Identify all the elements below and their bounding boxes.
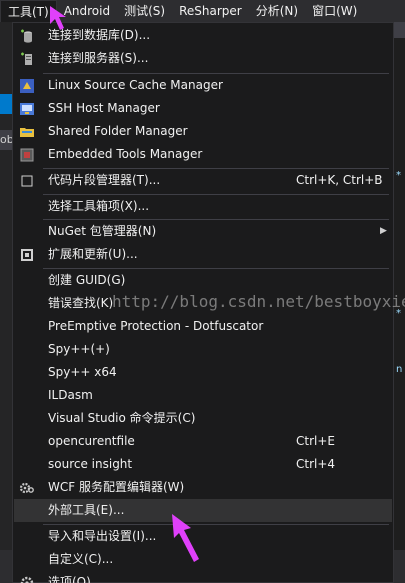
menu-item-create-guid[interactable]: 创建 GUID(G) (14, 269, 392, 292)
menu-item-wcf-config-editor[interactable]: WCF 服务配置编辑器(W) (14, 476, 392, 499)
menu-analyze[interactable]: 分析(N) (249, 0, 305, 22)
menu-item-label: 导入和导出设置(I)... (48, 529, 157, 543)
ssh-host-icon (19, 101, 35, 117)
submenu-arrow-icon: ▶ (380, 226, 387, 236)
menu-item-label: 扩展和更新(U)... (48, 247, 138, 261)
menu-item-code-snippets[interactable]: 代码片段管理器(T)... Ctrl+K, Ctrl+B (14, 169, 392, 192)
active-tab-strip (0, 94, 12, 114)
menu-item-shortcut: Ctrl+K, Ctrl+B (296, 173, 383, 187)
menu-test[interactable]: 测试(S) (117, 0, 172, 22)
background-tab[interactable]: ob (0, 130, 12, 150)
menu-item-label: SSH Host Manager (48, 101, 160, 115)
menu-item-label: PreEmptive Protection - Dotfuscator (48, 319, 264, 333)
linux-cache-icon (19, 78, 35, 94)
menu-item-embedded-tools[interactable]: Embedded Tools Manager (14, 143, 392, 166)
extensions-icon (19, 247, 35, 263)
server-connect-icon (19, 51, 35, 67)
menu-item-external-tools[interactable]: 外部工具(E)... (14, 499, 392, 522)
menu-item-connect-database[interactable]: 连接到数据库(D)... (14, 24, 392, 47)
menu-item-label: opencurentfile (48, 434, 135, 448)
menu-item-label: 错误查找(K) (48, 296, 114, 310)
menu-item-label: 外部工具(E)... (48, 503, 125, 517)
menu-item-label: Visual Studio 命令提示(C) (48, 411, 196, 425)
wcf-gear-icon (19, 480, 35, 496)
code-snippet-icon (19, 173, 35, 189)
menu-item-dotfuscator[interactable]: PreEmptive Protection - Dotfuscator (14, 315, 392, 338)
editor-left-edge: ob (0, 22, 12, 583)
menu-item-label: ILDasm (48, 388, 93, 402)
menu-item-import-export-settings[interactable]: 导入和导出设置(I)... (14, 525, 392, 548)
menu-resharper[interactable]: ReSharper (172, 0, 249, 22)
code-fragment: n (396, 364, 403, 375)
menu-item-label: 创建 GUID(G) (48, 273, 126, 287)
menu-item-label: 连接到服务器(S)... (48, 51, 149, 65)
menu-item-label: Shared Folder Manager (48, 124, 188, 138)
annotation-arrow-icon (172, 514, 199, 562)
menu-item-label: Linux Source Cache Manager (48, 78, 223, 92)
bottom-panel-edge (0, 550, 12, 583)
database-connect-icon (19, 28, 35, 44)
menu-item-label: 选项(O)... (48, 575, 103, 583)
menu-item-label: 自定义(C)... (48, 552, 114, 566)
menu-item-ssh-host[interactable]: SSH Host Manager (14, 97, 392, 120)
menu-item-extensions[interactable]: 扩展和更新(U)... (14, 243, 392, 266)
embedded-tools-icon (19, 147, 35, 163)
code-fragment: * (396, 170, 401, 181)
menu-item-label: Spy++(+) (48, 342, 110, 356)
menu-item-shared-folder[interactable]: Shared Folder Manager (14, 120, 392, 143)
menu-item-options[interactable]: 选项(O)... (14, 571, 392, 583)
menu-item-linux-source-cache[interactable]: Linux Source Cache Manager (14, 74, 392, 97)
annotation-arrow-icon (50, 6, 66, 30)
menu-item-label: Embedded Tools Manager (48, 147, 203, 161)
menu-window[interactable]: 窗口(W) (305, 0, 364, 22)
menu-item-ildasm[interactable]: ILDasm (14, 384, 392, 407)
menu-item-shortcut: Ctrl+E (296, 434, 335, 448)
menu-item-source-insight[interactable]: source insight Ctrl+4 (14, 453, 392, 476)
menu-item-customize[interactable]: 自定义(C)... (14, 548, 392, 571)
menu-item-spy[interactable]: Spy++(+) (14, 338, 392, 361)
menu-item-nuget[interactable]: NuGet 包管理器(N) ▶ (14, 220, 392, 243)
menu-item-opencurentfile[interactable]: opencurentfile Ctrl+E (14, 430, 392, 453)
shared-folder-icon (19, 124, 35, 140)
menu-item-shortcut: Ctrl+4 (296, 457, 336, 471)
editor-tab-strip (394, 22, 405, 38)
watermark-text: http://blog.csdn.net/bestboyxie (112, 292, 405, 311)
menu-item-label: WCF 服务配置编辑器(W) (48, 480, 185, 494)
menu-item-label: source insight (48, 457, 133, 471)
options-gear-icon (19, 575, 35, 583)
menu-item-vs-command-prompt[interactable]: Visual Studio 命令提示(C) (14, 407, 392, 430)
bottom-panel-edge (394, 550, 405, 583)
menu-item-label: 代码片段管理器(T)... (48, 173, 161, 187)
menu-item-connect-server[interactable]: 连接到服务器(S)... (14, 47, 392, 70)
menu-item-label: NuGet 包管理器(N) (48, 224, 157, 238)
menu-item-choose-toolbox[interactable]: 选择工具箱项(X)... (14, 195, 392, 218)
menu-item-spy-x64[interactable]: Spy++ x64 (14, 361, 392, 384)
menu-item-label: Spy++ x64 (48, 365, 117, 379)
menu-item-label: 选择工具箱项(X)... (48, 199, 150, 213)
